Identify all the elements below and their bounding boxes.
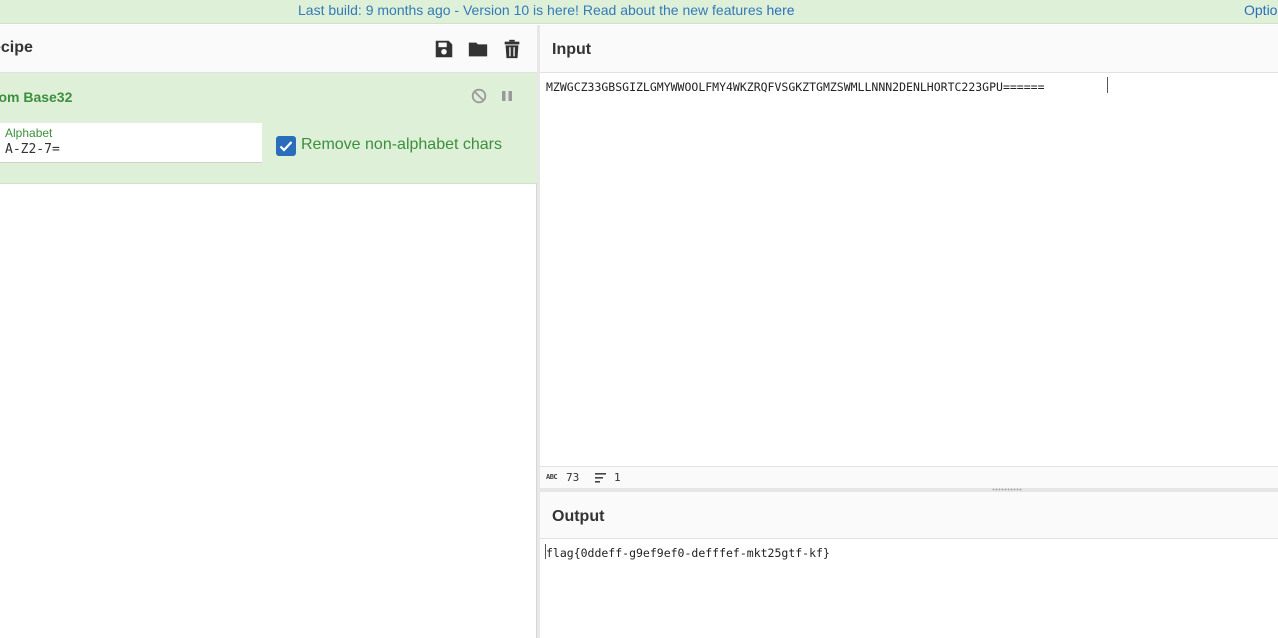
alphabet-label: Alphabet [5, 126, 53, 140]
alphabet-field[interactable]: Alphabet A-Z2-7= [0, 123, 262, 163]
output-header: Output [540, 492, 1278, 539]
output-textarea[interactable]: flag{0ddeff-g9ef9ef0-defffef-mkt25gtf-kf… [540, 539, 1278, 638]
trash-icon[interactable] [501, 38, 523, 60]
disable-icon[interactable] [470, 87, 488, 105]
text-cursor [1107, 77, 1108, 93]
output-text: flag{0ddeff-g9ef9ef0-defffef-mkt25gtf-kf… [546, 546, 830, 560]
pause-icon[interactable] [499, 88, 515, 104]
from-base32-operation[interactable]: rom Base32 Alphabet A-Z2-7= Remove non-a… [0, 73, 537, 184]
input-header: Input [540, 25, 1278, 73]
operation-title: rom Base32 [0, 89, 73, 105]
banner-text: Last build: 9 months ago - Version 10 is… [298, 2, 767, 18]
input-status-bar: ABC 73 1 [540, 466, 1278, 488]
resize-grip-icon[interactable] [992, 488, 1022, 491]
save-icon[interactable] [433, 38, 455, 60]
banner-here-link[interactable]: here [767, 2, 795, 18]
lines-icon [595, 473, 606, 483]
length-icon: ABC [546, 473, 558, 481]
input-text: MZWGCZ33GBSGIZLGMYWWOOLFMY4WKZRQFVSGKZTG… [546, 80, 1045, 94]
recipe-title: ecipe [0, 39, 33, 56]
remove-non-alphabet-checkbox[interactable] [276, 136, 296, 156]
input-length: 73 [566, 471, 580, 484]
alphabet-input[interactable]: A-Z2-7= [5, 142, 60, 157]
checkmark-icon [279, 141, 293, 152]
input-lines: 1 [614, 471, 621, 484]
update-banner: Last build: 9 months ago - Version 10 is… [0, 0, 1278, 24]
recipe-header: ecipe [0, 25, 537, 73]
output-title: Output [552, 508, 605, 525]
options-link[interactable]: Optio [1244, 0, 1277, 21]
remove-non-alphabet-label[interactable]: Remove non-alphabet chars [301, 136, 502, 154]
input-title: Input [552, 41, 592, 58]
recipe-panel: ecipe rom Base32 Alphabet A-Z2- [0, 25, 537, 638]
input-textarea[interactable]: MZWGCZ33GBSGIZLGMYWWOOLFMY4WKZRQFVSGKZTG… [540, 73, 1278, 466]
banner-message: Last build: 9 months ago - Version 10 is… [298, 0, 795, 21]
folder-icon[interactable] [467, 38, 489, 60]
